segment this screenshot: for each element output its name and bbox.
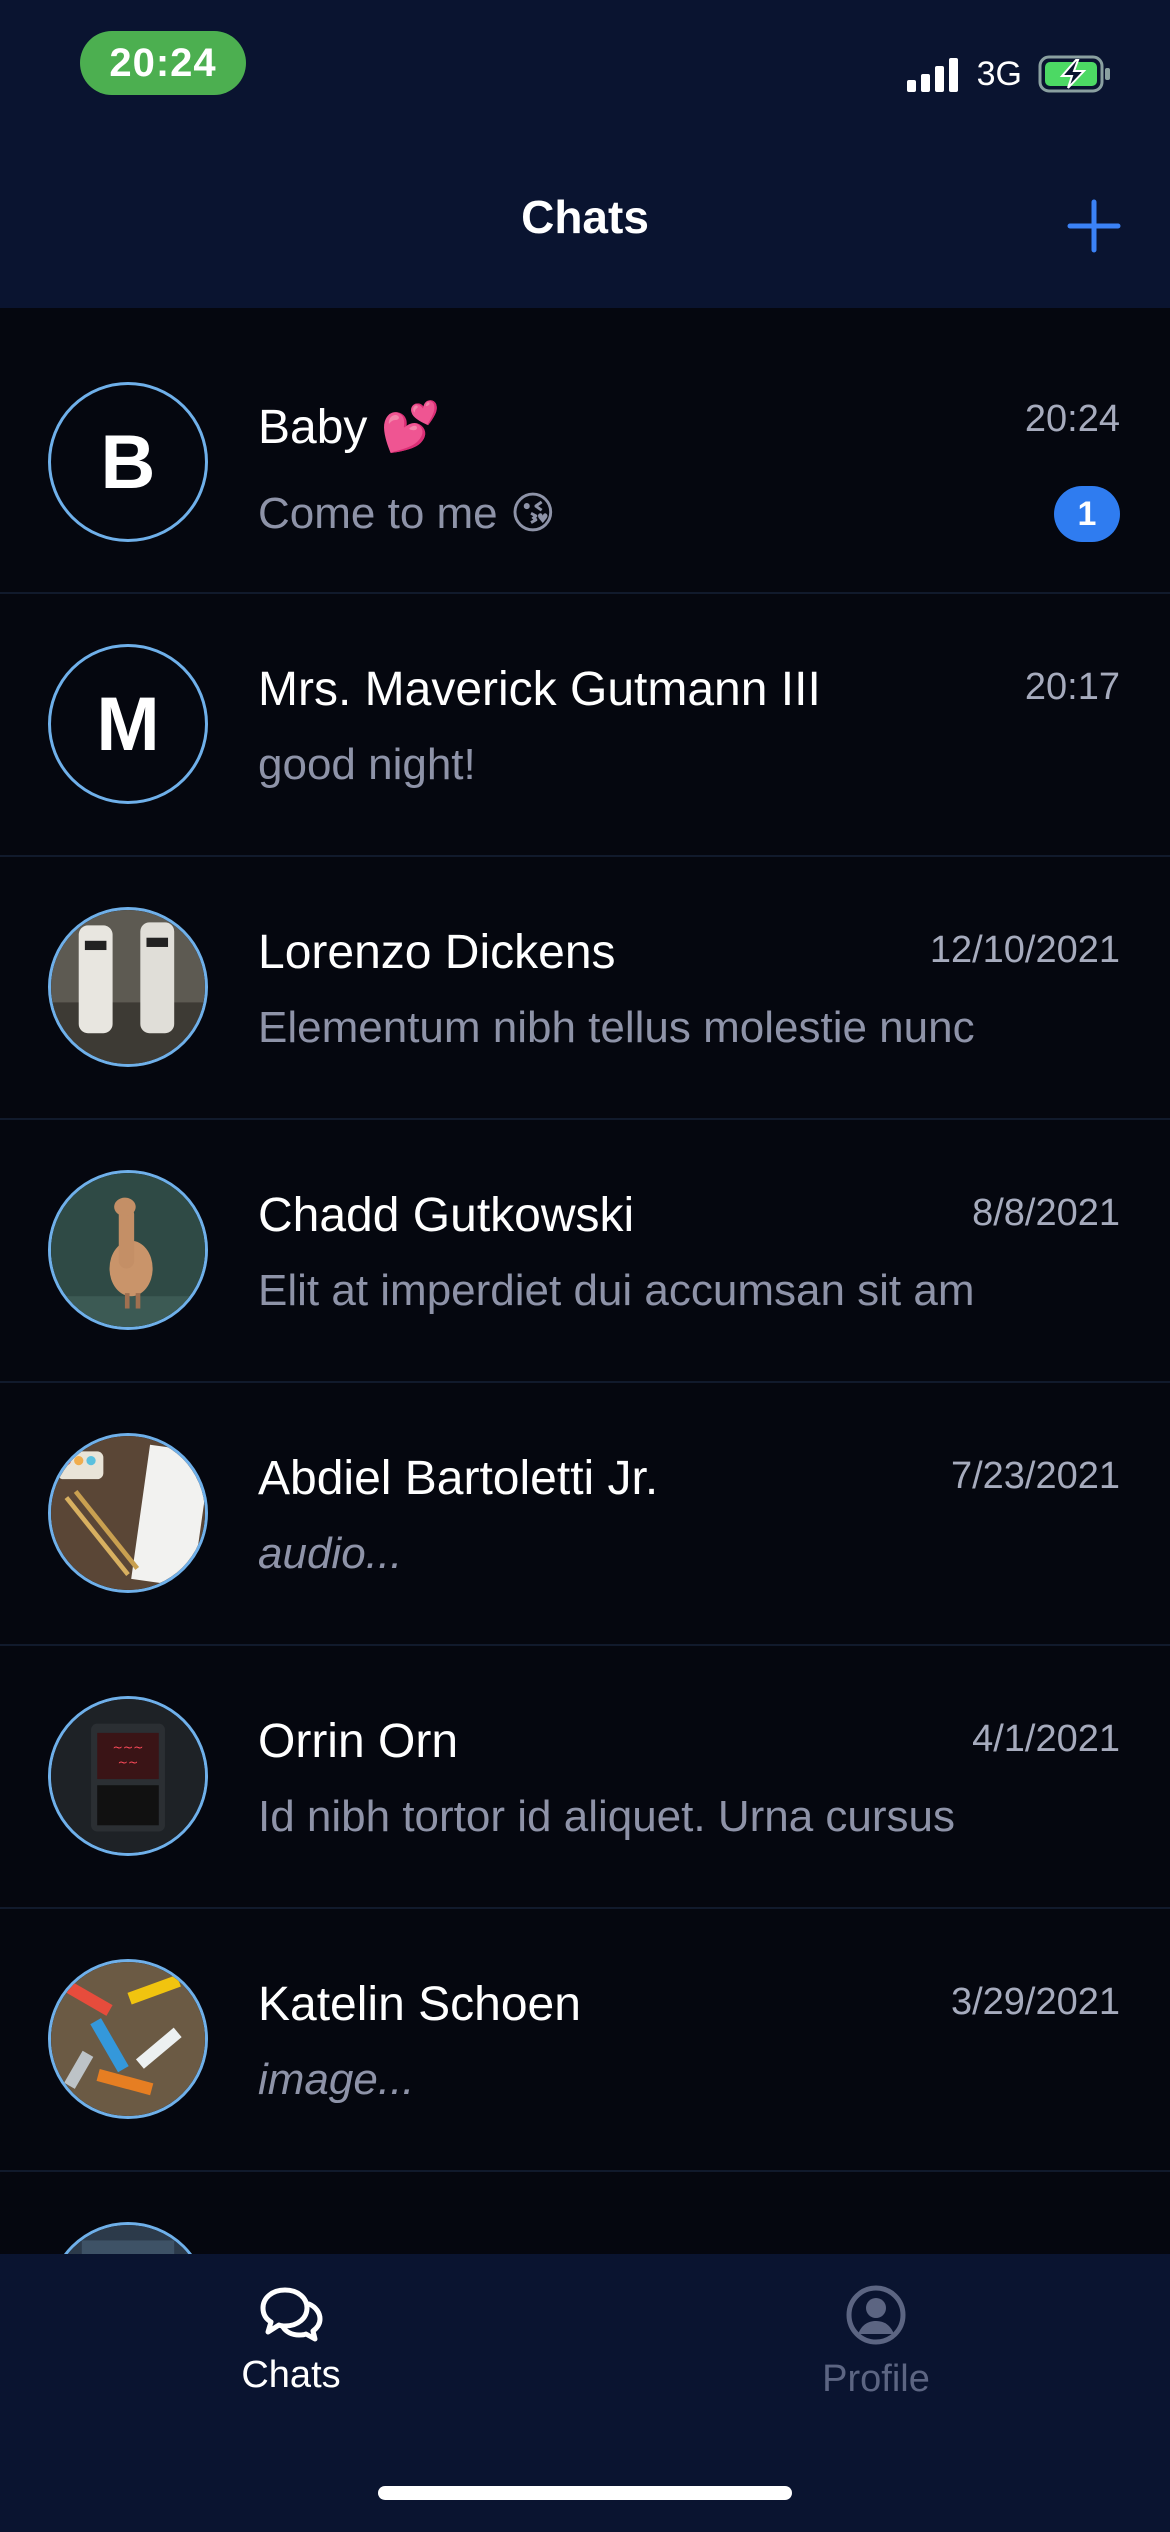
avatar — [48, 907, 208, 1067]
plus-icon — [1067, 199, 1121, 253]
svg-text:~~: ~~ — [118, 1756, 139, 1770]
avatar — [48, 1170, 208, 1330]
user-circle-icon — [846, 2285, 906, 2345]
chat-list[interactable]: B Baby 💕 Come to me 😘 20:24 1 M Mrs. Mav… — [0, 308, 1170, 2254]
chat-list-item[interactable]: Abdiel Bartoletti Jr. audio... 7/23/2021 — [0, 1383, 1170, 1646]
home-indicator[interactable] — [378, 2486, 792, 2500]
avatar — [48, 2222, 208, 2254]
top-bar: 20:24 3G Chats — [0, 0, 1170, 308]
chat-list-item[interactable]: B Baby 💕 Come to me 😘 20:24 1 — [0, 308, 1170, 594]
avatar-photo-stormtroopers — [51, 910, 205, 1064]
message-time: 20:24 — [1024, 398, 1120, 440]
avatar-photo-partial — [51, 2225, 205, 2254]
contact-name: Abdiel Bartoletti Jr. — [258, 1452, 659, 1505]
message-preview: image... — [258, 2055, 415, 2104]
message-time: 7/23/2021 — [950, 1455, 1120, 1497]
contact-name: Orrin Orn — [258, 1715, 459, 1768]
message-time: 20:17 — [1024, 666, 1120, 708]
message-preview: Elementum nibh tellus molestie nunc — [258, 1003, 975, 1052]
avatar-photo-colorful-pile — [51, 1962, 205, 2116]
signal-icon — [906, 56, 963, 92]
message-preview: Elit at imperdiet dui accumsan sit am — [258, 1266, 975, 1315]
unread-badge: 1 — [1054, 486, 1120, 542]
chat-list-item[interactable]: ~~~ ~~ Orrin Orn Id nibh tortor id aliqu… — [0, 1646, 1170, 1909]
message-preview: good night! — [258, 740, 476, 789]
contact-name: Lorenzo Dickens — [258, 926, 616, 979]
tab-profile-label: Profile — [822, 2358, 930, 2400]
chat-list-item[interactable]: Lorenzo Dickens Elementum nibh tellus mo… — [0, 857, 1170, 1120]
page-title: Chats — [521, 191, 649, 243]
battery-charging-icon — [1038, 54, 1112, 94]
message-preview: Come to me 😘 — [258, 489, 556, 538]
contact-name: Baby 💕 — [258, 401, 441, 454]
chat-list-item[interactable]: Chadd Gutkowski Elit at imperdiet dui ac… — [0, 1120, 1170, 1383]
message-time: 12/10/2021 — [929, 929, 1120, 971]
chats-screen: 20:24 3G Chats B Baby 💕 Come to me 😘 20:… — [0, 0, 1170, 2532]
avatar — [48, 1433, 208, 1593]
chat-list-item[interactable]: M Mrs. Maverick Gutmann III good night! … — [0, 594, 1170, 857]
contact-name: Katelin Schoen — [258, 1978, 581, 2031]
avatar: M — [48, 644, 208, 804]
tab-chats[interactable]: Chats — [141, 2284, 441, 2397]
network-type: 3G — [976, 54, 1022, 93]
avatar-photo-wooden-duck — [51, 1173, 205, 1327]
avatar: ~~~ ~~ — [48, 1696, 208, 1856]
svg-text:~~~: ~~~ — [113, 1740, 144, 1754]
tab-profile[interactable]: Profile — [726, 2284, 1026, 2401]
message-time: 3/29/2021 — [950, 1981, 1120, 2023]
chat-bubbles-icon — [260, 2287, 323, 2342]
status-time: 20:24 — [80, 31, 246, 95]
avatar — [48, 1959, 208, 2119]
message-time: 4/1/2021 — [972, 1718, 1120, 1760]
chat-list-item[interactable]: Katelin Schoen image... 3/29/2021 — [0, 1909, 1170, 2172]
chat-list-item[interactable] — [0, 2172, 1170, 2254]
avatar: B — [48, 382, 208, 542]
contact-name: Chadd Gutkowski — [258, 1189, 635, 1242]
contact-name: Mrs. Maverick Gutmann III — [258, 663, 821, 716]
message-preview: Id nibh tortor id aliquet. Urna cursus — [258, 1792, 956, 1841]
tab-chats-label: Chats — [241, 2354, 341, 2396]
message-preview: audio... — [258, 1529, 403, 1578]
avatar-photo-neon-sign: ~~~ ~~ — [51, 1699, 205, 1853]
new-chat-button[interactable] — [1058, 190, 1130, 262]
message-time: 8/8/2021 — [972, 1192, 1120, 1234]
avatar-photo-notebook-brushes — [51, 1436, 205, 1590]
status-indicators: 3G — [906, 52, 1112, 96]
